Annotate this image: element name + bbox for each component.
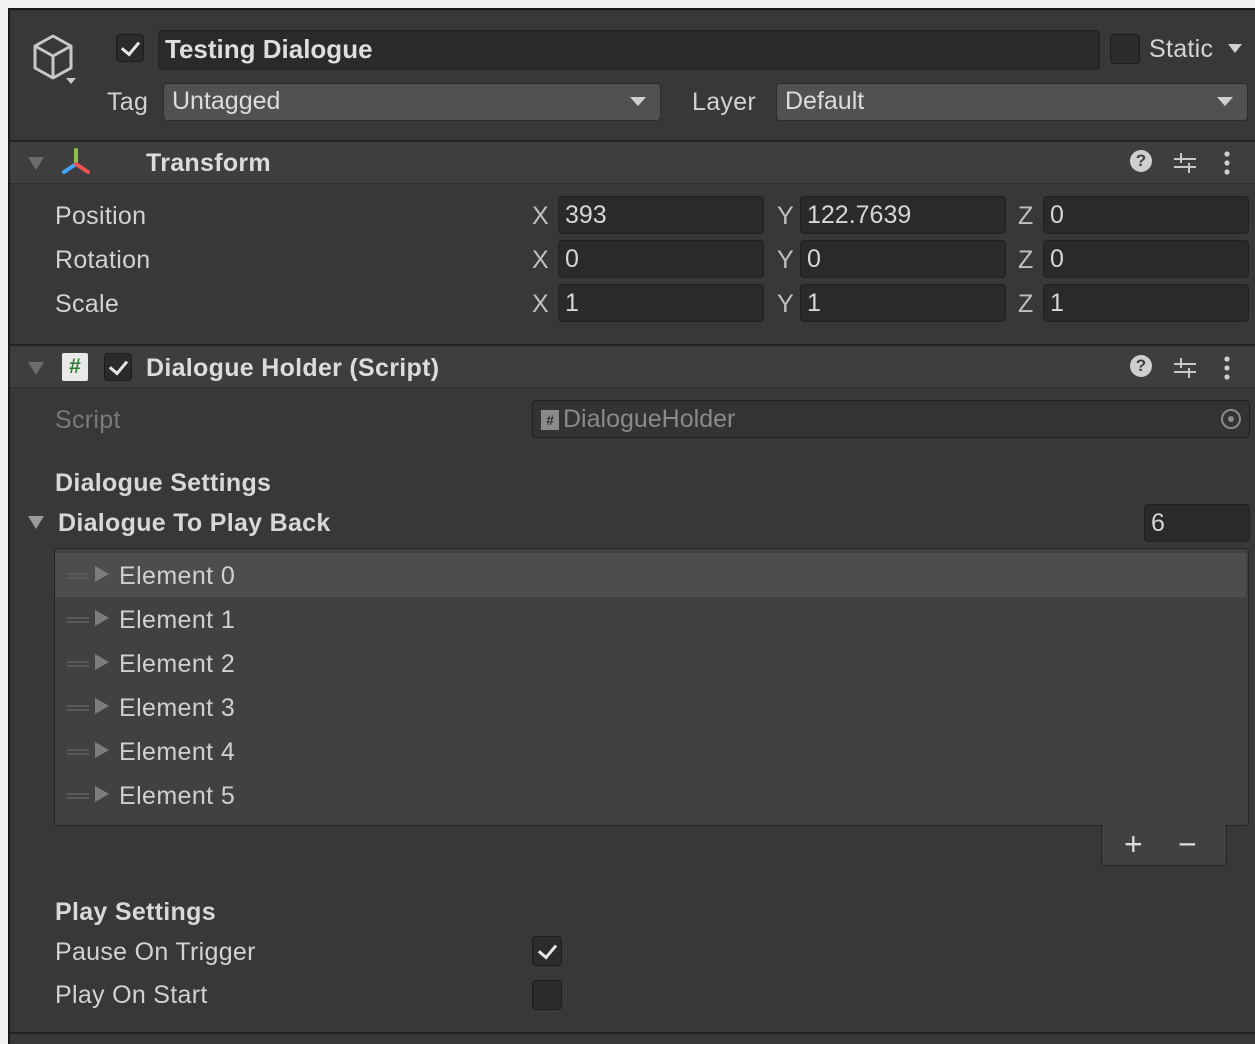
static-label[interactable]: Static [1149,35,1213,64]
layer-label: Layer [692,88,757,116]
checkmark-icon [120,36,141,57]
dialogue-holder-title: Dialogue Holder (Script) [146,354,440,382]
pause-on-trigger-checkbox[interactable] [532,936,562,966]
checkmark-icon [537,939,558,960]
presets-icon[interactable] [1172,355,1198,381]
play-on-start-label: Play On Start [55,981,208,1009]
kebab-menu-icon[interactable] [1222,149,1232,177]
dialogue-list: Element 0 Element 1 Element 2 Element 3 … [54,548,1249,826]
list-item-label: Element 3 [119,694,236,722]
drag-handle-icon[interactable] [67,705,89,711]
rotation-x-field[interactable]: 0 [558,240,764,278]
gameobject-cube-icon[interactable] [28,32,78,88]
play-settings-header: Play Settings [55,898,216,926]
list-item[interactable]: Element 4 [55,729,1246,773]
axis-x-label[interactable]: X [532,246,549,275]
list-size-field[interactable]: 6 [1144,504,1250,542]
remove-element-button[interactable]: − [1178,826,1197,863]
dialogue-holder-header[interactable]: # Dialogue Holder (Script) ? [10,344,1255,388]
list-item[interactable]: Element 0 [55,553,1246,597]
help-icon[interactable]: ? [1130,150,1152,172]
list-item-label: Element 0 [119,562,236,590]
position-y-field[interactable]: 122.7639 [800,196,1006,234]
list-item[interactable]: Element 3 [55,685,1246,729]
list-item-label: Element 1 [119,606,236,634]
position-x-field[interactable]: 393 [558,196,764,234]
transform-title: Transform [146,149,271,177]
gameobject-active-toggle[interactable] [116,34,144,62]
checkmark-icon [108,355,129,376]
foldout-arrow-icon[interactable] [28,157,44,170]
tag-dropdown[interactable]: Untagged [163,83,661,121]
position-label: Position [55,202,147,230]
axis-z-label[interactable]: Z [1018,290,1033,319]
foldout-arrow-icon[interactable] [28,362,44,375]
static-dropdown-caret-icon[interactable] [1228,44,1242,53]
rotation-y-field[interactable]: 0 [800,240,1006,278]
bottom-divider [10,1032,1255,1034]
presets-icon[interactable] [1172,150,1198,176]
expand-arrow-icon[interactable] [95,566,109,582]
axis-z-label[interactable]: Z [1018,246,1033,275]
inspector-panel: Testing Dialogue Static Tag Untagged Lay… [8,8,1255,1044]
expand-arrow-icon[interactable] [95,698,109,714]
dialogue-list-label[interactable]: Dialogue To Play Back [58,509,331,538]
list-item-label: Element 4 [119,738,236,766]
static-toggle[interactable] [1110,34,1140,64]
list-footer: + − [1101,824,1227,866]
expand-arrow-icon[interactable] [95,610,109,626]
add-element-button[interactable]: + [1124,826,1143,863]
tag-label: Tag [107,88,149,116]
scale-label: Scale [55,290,120,318]
layer-dropdown[interactable]: Default [776,83,1248,121]
object-picker-icon[interactable] [1221,409,1241,429]
gameobject-name-field[interactable]: Testing Dialogue [158,30,1100,70]
axis-y-label[interactable]: Y [777,290,794,319]
transform-axes-icon [60,147,92,177]
csharp-script-icon: # [62,353,88,381]
scale-z-field[interactable]: 1 [1043,284,1249,322]
expand-arrow-icon[interactable] [95,742,109,758]
axis-y-label[interactable]: Y [777,202,794,231]
drag-handle-icon[interactable] [67,617,89,623]
drag-handle-icon[interactable] [67,661,89,667]
help-icon[interactable]: ? [1130,355,1152,377]
transform-header[interactable]: Transform ? [10,140,1255,184]
axis-z-label[interactable]: Z [1018,202,1033,231]
csharp-script-icon: # [541,410,559,431]
chevron-down-icon [1217,97,1233,106]
chevron-down-icon [630,97,646,106]
list-item-label: Element 5 [119,782,236,810]
script-label: Script [55,406,121,434]
position-z-field[interactable]: 0 [1043,196,1249,234]
rotation-label: Rotation [55,246,151,274]
expand-arrow-icon[interactable] [95,654,109,670]
kebab-menu-icon[interactable] [1222,354,1232,382]
scale-x-field[interactable]: 1 [558,284,764,322]
layer-value: Default [785,87,865,115]
drag-handle-icon[interactable] [67,749,89,755]
drag-handle-icon[interactable] [67,793,89,799]
tag-value: Untagged [172,87,281,115]
play-on-start-checkbox[interactable] [532,980,562,1010]
script-object-field[interactable]: # DialogueHolder [532,400,1250,438]
script-value: DialogueHolder [563,405,736,433]
dialogue-settings-header: Dialogue Settings [55,469,272,497]
axis-y-label[interactable]: Y [777,246,794,275]
axis-x-label[interactable]: X [532,202,549,231]
expand-arrow-icon[interactable] [95,786,109,802]
list-item[interactable]: Element 1 [55,597,1246,641]
list-item-label: Element 2 [119,650,236,678]
pause-on-trigger-label: Pause On Trigger [55,938,256,966]
list-item[interactable]: Element 5 [55,773,1246,817]
component-enabled-toggle[interactable] [104,353,132,381]
drag-handle-icon[interactable] [67,573,89,579]
axis-x-label[interactable]: X [532,290,549,319]
list-item[interactable]: Element 2 [55,641,1246,685]
rotation-z-field[interactable]: 0 [1043,240,1249,278]
foldout-arrow-icon[interactable] [28,516,44,529]
scale-y-field[interactable]: 1 [800,284,1006,322]
